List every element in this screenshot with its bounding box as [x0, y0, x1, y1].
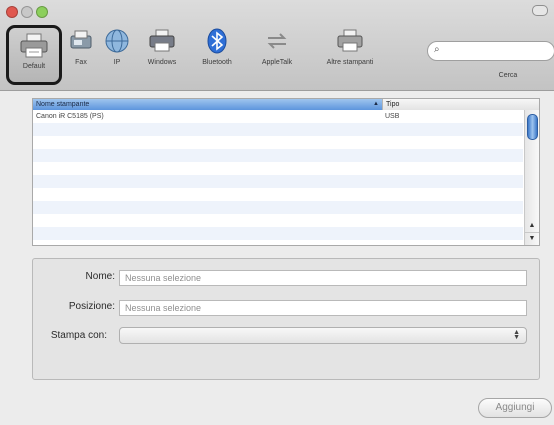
sort-ascending-icon: ▲ — [373, 101, 379, 107]
search-icon: ⌕ — [434, 44, 440, 55]
toolbar-bluetooth-label: Bluetooth — [202, 59, 232, 66]
scroll-down-arrow-icon[interactable]: ▼ — [525, 232, 539, 245]
toolbar-appletalk-button[interactable]: AppleTalk — [255, 28, 299, 66]
close-window-button[interactable] — [6, 6, 18, 18]
printer-details-panel: Nome: Nessuna selezione Posizione: Nessu… — [32, 258, 540, 380]
toolbar-bluetooth-button[interactable]: Bluetooth — [196, 28, 238, 66]
toolbar-other-printers-label: Altre stampanti — [326, 59, 374, 66]
printer-name-cell: Canon iR C5185 (PS) — [36, 113, 104, 120]
globe-icon — [105, 29, 129, 53]
empty-row — [33, 214, 523, 227]
toolbar-appletalk-label: AppleTalk — [261, 59, 293, 66]
empty-row — [33, 201, 523, 214]
chevron-up-down-icon: ▲ ▼ — [513, 329, 520, 341]
toolbar-fax-label: Fax — [75, 59, 87, 66]
print-with-label: Stampa con: — [50, 330, 107, 341]
location-field[interactable]: Nessuna selezione — [119, 300, 527, 316]
appletalk-icon — [267, 33, 287, 49]
zoom-window-button[interactable] — [36, 6, 48, 18]
scroll-up-arrow-icon[interactable]: ▲ — [525, 220, 539, 232]
list-header: Nome stampante ▲ Tipo — [33, 99, 539, 110]
windows-printer-icon — [149, 29, 175, 52]
column-header-type[interactable]: Tipo — [382, 99, 539, 110]
toolbar-toggle-button[interactable] — [532, 5, 548, 16]
name-field[interactable]: Nessuna selezione — [119, 270, 527, 286]
toolbar-fax-button[interactable]: Fax — [64, 28, 98, 66]
printer-list[interactable]: Nome stampante ▲ Tipo Canon iR C5185 (PS… — [32, 98, 540, 246]
location-label: Posizione: — [68, 301, 115, 312]
printer-icon — [337, 29, 363, 52]
search-label: Cerca — [498, 72, 518, 79]
vertical-scrollbar[interactable]: ▲ ▼ — [524, 110, 539, 245]
toolbar-default-button[interactable]: Default — [6, 25, 62, 85]
empty-row — [33, 188, 523, 201]
printer-type-cell: USB — [385, 113, 400, 120]
name-label: Nome: — [85, 271, 115, 282]
empty-row — [33, 227, 523, 240]
column-header-printer-name[interactable]: Nome stampante ▲ — [33, 99, 382, 110]
print-with-select[interactable]: ▲ ▼ — [119, 327, 527, 344]
list-rows: Canon iR C5185 (PS) USB — [33, 110, 523, 240]
toolbar: Default Fax IP Windows Bluetooth AppleTa… — [0, 0, 554, 91]
printer-icon — [20, 33, 48, 58]
empty-row — [33, 175, 523, 188]
toolbar-default-label: Default — [22, 63, 46, 70]
empty-row — [33, 123, 523, 136]
empty-row — [33, 149, 523, 162]
toolbar-other-printers-button[interactable]: Altre stampanti — [318, 28, 382, 66]
scrollbar-thumb[interactable] — [527, 114, 538, 140]
bluetooth-icon — [207, 28, 227, 54]
column-header-type-label: Tipo — [386, 101, 400, 108]
column-header-printer-name-label: Nome stampante — [36, 101, 90, 108]
toolbar-windows-button[interactable]: Windows — [140, 28, 184, 66]
toolbar-ip-label: IP — [113, 59, 121, 66]
table-row[interactable]: Canon iR C5185 (PS) USB — [33, 110, 523, 123]
toolbar-ip-button[interactable]: IP — [102, 28, 132, 66]
printer-browser-window: Default Fax IP Windows Bluetooth AppleTa… — [0, 0, 554, 425]
toolbar-windows-label: Windows — [147, 59, 177, 66]
empty-row — [33, 162, 523, 175]
empty-row — [33, 136, 523, 149]
minimize-window-button[interactable] — [21, 6, 33, 18]
fax-icon — [70, 30, 92, 49]
add-button[interactable]: Aggiungi — [478, 398, 552, 418]
search-field[interactable]: ⌕ — [427, 41, 554, 61]
